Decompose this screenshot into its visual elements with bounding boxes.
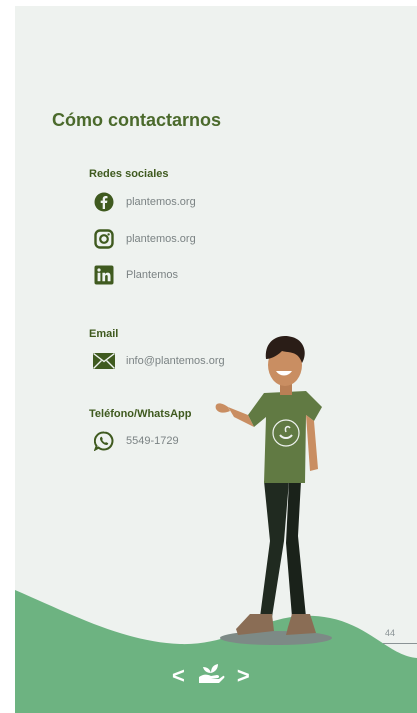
phone-section-label: Teléfono/WhatsApp [89,408,192,420]
instagram-link[interactable]: plantemos.org [93,228,196,250]
linkedin-icon [93,264,115,286]
facebook-icon [93,191,115,213]
social-section-label: Redes sociales [89,168,169,180]
whatsapp-icon [93,430,115,452]
facebook-handle: plantemos.org [126,196,196,208]
page: Cómo contactarnos Redes sociales plantem… [15,6,417,713]
next-page-button[interactable]: > [237,664,250,687]
phone-link[interactable]: 5549-1729 [93,430,179,452]
email-link[interactable]: info@plantemos.org [93,350,225,372]
instagram-handle: plantemos.org [126,233,196,245]
person-illustration [215,335,332,645]
email-section-label: Email [89,328,119,340]
page-number: 44 [385,628,396,638]
hand-sprout-icon [197,661,225,690]
page-number-rule [383,643,417,644]
page-title: Cómo contactarnos [52,110,222,130]
page-navigation: < > [172,661,250,690]
prev-page-button[interactable]: < [172,664,185,687]
phone-number: 5549-1729 [126,435,179,447]
facebook-link[interactable]: plantemos.org [93,191,196,213]
envelope-icon [93,350,115,372]
linkedin-handle: Plantemos [126,269,178,281]
linkedin-link[interactable]: Plantemos [93,264,178,286]
instagram-icon [93,228,115,250]
